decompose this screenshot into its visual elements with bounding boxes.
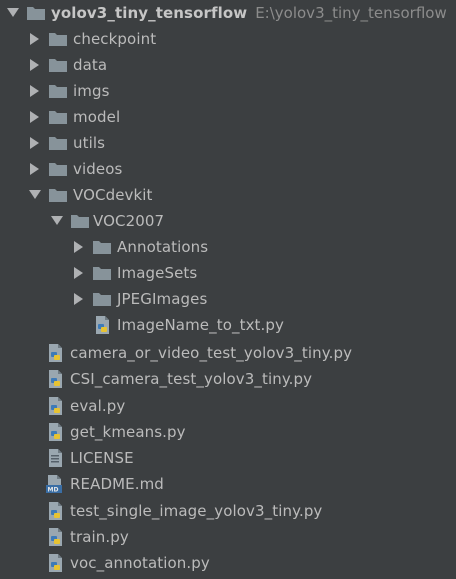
- chevron-right-icon[interactable]: [27, 109, 43, 125]
- chevron-right-icon[interactable]: [27, 161, 43, 177]
- project-name: yolov3_tiny_tensorflow: [51, 4, 248, 22]
- tree-folder-imgs[interactable]: imgs: [0, 78, 456, 104]
- tree-root-project[interactable]: yolov3_tiny_tensorflow E:\yolov3_tiny_te…: [0, 0, 456, 26]
- folder-label: data: [73, 56, 108, 74]
- folder-icon: [71, 213, 89, 229]
- folder-icon: [49, 31, 67, 47]
- folder-label: checkpoint: [73, 30, 157, 48]
- folder-icon: [93, 265, 111, 281]
- tree-file-eval[interactable]: eval.py: [0, 393, 456, 419]
- project-tree: yolov3_tiny_tensorflow E:\yolov3_tiny_te…: [0, 0, 456, 579]
- text-file-icon: [46, 449, 64, 467]
- folder-icon: [93, 291, 111, 307]
- tree-file-voc-annotation[interactable]: voc_annotation.py: [0, 550, 456, 576]
- tree-folder-voc2007[interactable]: VOC2007: [0, 208, 456, 234]
- file-label: LICENSE: [70, 449, 134, 467]
- project-path: E:\yolov3_tiny_tensorflow: [255, 4, 447, 22]
- tree-file-test-single-image[interactable]: test_single_image_yolov3_tiny.py: [0, 498, 456, 524]
- tree-file-train[interactable]: train.py: [0, 524, 456, 550]
- chevron-right-icon[interactable]: [71, 239, 87, 255]
- folder-label: videos: [73, 160, 123, 178]
- tree-folder-checkpoint[interactable]: checkpoint: [0, 26, 456, 52]
- folder-icon: [27, 5, 45, 21]
- markdown-file-icon: MD: [46, 475, 64, 494]
- folder-label: JPEGImages: [117, 290, 208, 308]
- folder-icon: [49, 83, 67, 99]
- tree-file-readme[interactable]: MD README.md: [0, 471, 456, 497]
- folder-label: VOCdevkit: [73, 186, 153, 204]
- chevron-right-icon[interactable]: [27, 31, 43, 47]
- tree-file-csi-camera-test[interactable]: CSI_camera_test_yolov3_tiny.py: [0, 366, 456, 392]
- file-label: train.py: [70, 528, 129, 546]
- tree-folder-utils[interactable]: utils: [0, 130, 456, 156]
- tree-folder-videos[interactable]: videos: [0, 156, 456, 182]
- svg-text:MD: MD: [48, 487, 59, 494]
- tree-file-get-kmeans[interactable]: get_kmeans.py: [0, 419, 456, 445]
- python-file-icon: [46, 502, 64, 520]
- tree-folder-jpegimages[interactable]: JPEGImages: [0, 286, 456, 312]
- python-file-icon: [46, 423, 64, 441]
- chevron-down-icon[interactable]: [27, 187, 43, 203]
- folder-icon: [49, 187, 67, 203]
- folder-label: utils: [73, 134, 106, 152]
- file-label: eval.py: [70, 397, 126, 415]
- folder-label: VOC2007: [93, 212, 165, 230]
- python-file-icon: [93, 316, 111, 334]
- folder-label: imgs: [73, 82, 110, 100]
- python-file-icon: [46, 554, 64, 572]
- chevron-right-icon[interactable]: [27, 135, 43, 151]
- file-label: voc_annotation.py: [70, 554, 210, 572]
- tree-folder-model[interactable]: model: [0, 104, 456, 130]
- tree-file-imagename-to-txt[interactable]: ImageName_to_txt.py: [0, 312, 456, 338]
- folder-icon: [49, 161, 67, 177]
- file-label: CSI_camera_test_yolov3_tiny.py: [70, 370, 313, 388]
- folder-icon: [49, 135, 67, 151]
- tree-folder-imagesets[interactable]: ImageSets: [0, 260, 456, 286]
- tree-file-camera-or-video-test[interactable]: camera_or_video_test_yolov3_tiny.py: [0, 340, 456, 366]
- chevron-down-icon[interactable]: [49, 213, 65, 229]
- file-label: test_single_image_yolov3_tiny.py: [70, 502, 323, 520]
- folder-icon: [93, 239, 111, 255]
- folder-icon: [49, 57, 67, 73]
- chevron-down-icon[interactable]: [5, 5, 21, 21]
- tree-folder-data[interactable]: data: [0, 52, 456, 78]
- file-label: README.md: [70, 475, 164, 493]
- chevron-right-icon[interactable]: [71, 265, 87, 281]
- python-file-icon: [46, 370, 64, 388]
- chevron-right-icon[interactable]: [27, 83, 43, 99]
- folder-icon: [49, 109, 67, 125]
- tree-folder-vocdevkit[interactable]: VOCdevkit: [0, 182, 456, 208]
- folder-label: model: [73, 108, 121, 126]
- file-label: camera_or_video_test_yolov3_tiny.py: [70, 344, 353, 362]
- folder-label: Annotations: [117, 238, 209, 256]
- file-label: get_kmeans.py: [70, 423, 186, 441]
- python-file-icon: [46, 344, 64, 362]
- python-file-icon: [46, 528, 64, 546]
- folder-label: ImageSets: [117, 264, 198, 282]
- tree-file-license[interactable]: LICENSE: [0, 445, 456, 471]
- chevron-right-icon[interactable]: [71, 291, 87, 307]
- python-file-icon: [46, 397, 64, 415]
- file-label: ImageName_to_txt.py: [117, 316, 284, 334]
- chevron-right-icon[interactable]: [27, 57, 43, 73]
- tree-folder-annotations[interactable]: Annotations: [0, 234, 456, 260]
